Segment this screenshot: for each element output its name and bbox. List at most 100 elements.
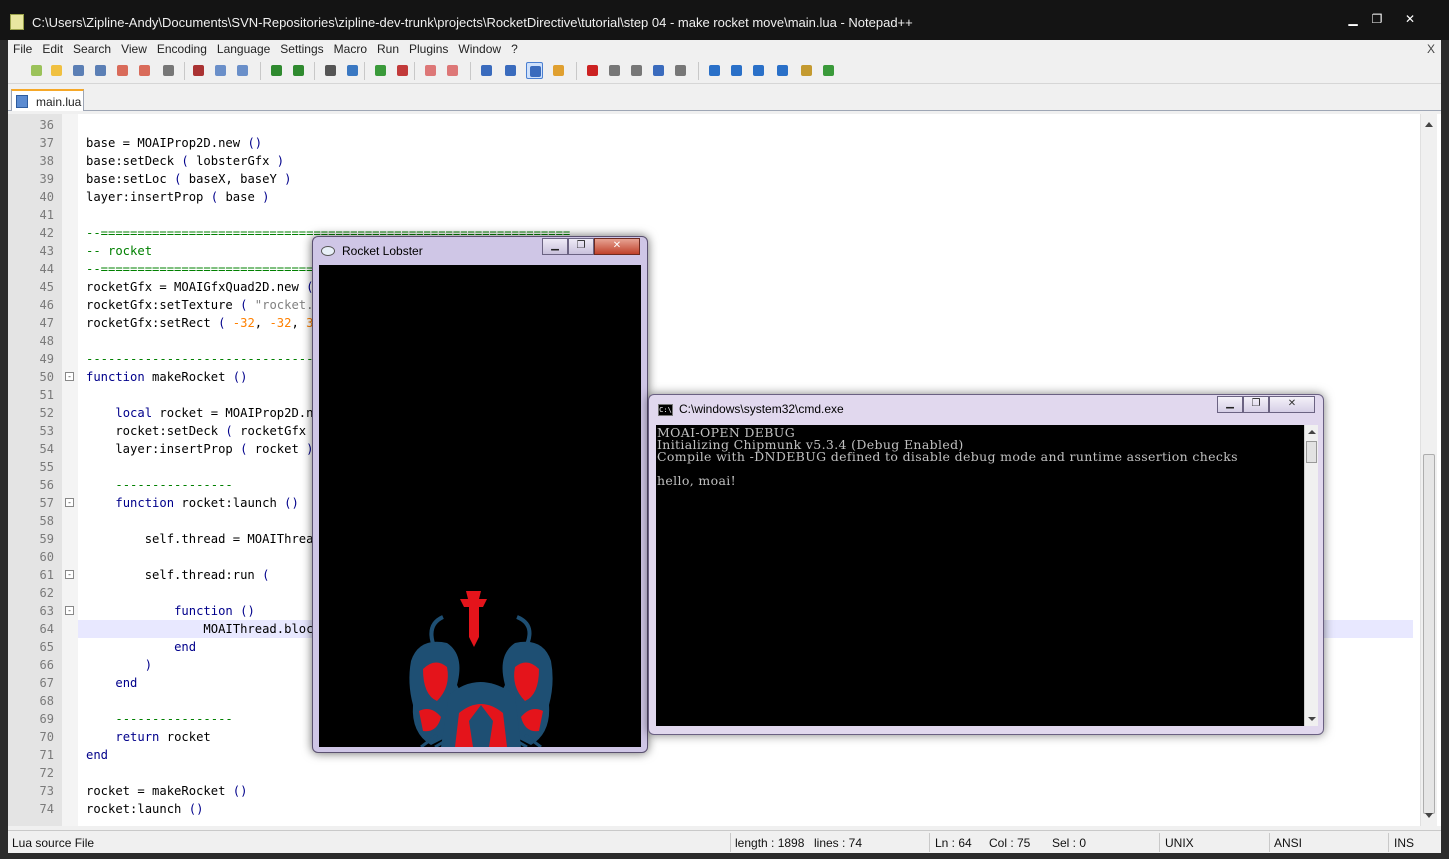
code-line[interactable]: 46rocketGfx:setTexture ( "rocket.png" ) [40,296,1441,314]
toolbar-separator [698,62,699,80]
sync-h-icon[interactable] [444,62,461,79]
code-line[interactable]: 44--====================================… [40,260,1441,278]
console-output[interactable]: MOAI-OPEN DEBUG Initializing Chipmunk v5… [656,425,1304,726]
console-scroll-up-icon[interactable] [1308,430,1316,434]
fold-toggle-icon[interactable]: - [65,606,74,615]
moai-close-button[interactable]: ✕ [594,238,640,255]
game-canvas[interactable] [319,265,641,747]
save-all-icon[interactable] [92,62,109,79]
indent-guide-icon[interactable] [526,62,543,79]
title-bar[interactable]: C:\Users\Zipline-Andy\Documents\SVN-Repo… [0,0,1449,40]
console-scrollbar[interactable] [1304,425,1318,726]
line-number: 56 [39,478,54,492]
code-line[interactable]: 71 end [40,746,1441,764]
code-line[interactable]: 43 -- rocket [40,242,1441,260]
find-icon[interactable] [322,62,339,79]
fold-toggle-icon[interactable]: - [65,372,74,381]
code-line[interactable]: 40 layer:insertProp ( base ) [40,188,1441,206]
save-icon[interactable] [70,62,87,79]
redo-icon[interactable] [290,62,307,79]
zoom-out-icon[interactable] [394,62,411,79]
menu-window[interactable]: Window [453,40,506,58]
close-document-button[interactable]: X [1427,42,1435,56]
record-macro-icon[interactable] [584,62,601,79]
cmd-close-button[interactable]: ✕ [1269,396,1315,413]
wrap-icon[interactable] [478,62,495,79]
fold-toggle-icon[interactable]: - [65,498,74,507]
fold-all-icon[interactable] [706,62,723,79]
run-macro-multiple-icon[interactable] [650,62,667,79]
scroll-down-icon[interactable] [1425,813,1433,818]
code-line[interactable]: 49--------------------------------------… [40,350,1441,368]
menu-run[interactable]: Run [372,40,404,58]
save-macro-icon[interactable] [672,62,689,79]
console-scroll-thumb[interactable] [1306,441,1317,463]
editor-vertical-scrollbar[interactable] [1420,114,1437,826]
doc-map-icon[interactable] [798,62,815,79]
maximize-button[interactable]: ❐ [1365,12,1389,26]
line-number: 41 [39,208,54,222]
cmd-minimize-button[interactable]: ▁ [1217,396,1243,413]
cmd-maximize-button[interactable]: ❐ [1243,396,1269,413]
new-file-icon[interactable] [28,62,45,79]
menu-view[interactable]: View [116,40,152,58]
menu-search[interactable]: Search [68,40,116,58]
cut-icon[interactable] [190,62,207,79]
code-line[interactable]: 50 - function makeRocket () [40,368,1441,386]
toolbar-separator [364,62,365,80]
code-line[interactable]: 74 rocket:launch () [40,800,1441,818]
prev-icon[interactable] [728,62,745,79]
code-line[interactable]: 45rocketGfx = MOAIGfxQuad2D.new () [40,278,1441,296]
code-line[interactable]: 42 --====================================… [40,224,1441,242]
notepadpp-app-icon[interactable] [10,14,24,30]
play-macro-icon[interactable] [628,62,645,79]
close-icon[interactable] [114,62,131,79]
minimize-button[interactable]: ▁ [1341,12,1365,26]
spell-check-icon[interactable] [820,62,837,79]
sync-v-icon[interactable] [422,62,439,79]
code-line[interactable]: 48 [40,332,1441,350]
print-icon[interactable] [160,62,177,79]
all-chars-icon[interactable] [502,62,519,79]
undo-icon[interactable] [268,62,285,79]
code-line[interactable]: 36 [40,116,1441,134]
paste-icon[interactable] [234,62,251,79]
code-line[interactable]: 41 [40,206,1441,224]
moai-minimize-button[interactable]: ▁ [542,238,568,255]
code-line[interactable]: 37 base = MOAIProp2D.new () [40,134,1441,152]
moai-maximize-button[interactable]: ❐ [568,238,594,255]
zoom-in-icon[interactable] [372,62,389,79]
console-scroll-down-icon[interactable] [1308,717,1316,721]
menu-encoding[interactable]: Encoding [152,40,212,58]
cmd-app-icon: C:\ [658,404,673,416]
next-icon[interactable] [750,62,767,79]
cmd-window[interactable]: C:\ C:\windows\system32\cmd.exe ▁ ❐ ✕ MO… [648,394,1324,735]
menu-settings[interactable]: Settings [275,40,328,58]
menu-file[interactable]: File [8,40,37,58]
code-line[interactable]: 47rocketGfx:setRect ( -32, -32, 32, 32 ) [40,314,1441,332]
unfold-all-icon[interactable] [774,62,791,79]
code-line[interactable]: 38 base:setDeck ( lobsterGfx ) [40,152,1441,170]
code-line[interactable]: 73 rocket = makeRocket () [40,782,1441,800]
tab-main-lua[interactable]: main.lua [11,89,84,111]
udl-icon[interactable] [550,62,567,79]
open-file-icon[interactable] [48,62,65,79]
menu-plugins[interactable]: Plugins [404,40,453,58]
replace-icon[interactable] [344,62,361,79]
stop-macro-icon[interactable] [606,62,623,79]
close-all-icon[interactable] [136,62,153,79]
scroll-up-icon[interactable] [1425,122,1433,127]
menu-edit[interactable]: Edit [37,40,68,58]
menu-language[interactable]: Language [212,40,275,58]
menu-help[interactable]: ? [506,40,523,58]
menu-macro[interactable]: Macro [329,40,372,58]
fold-margin[interactable] [62,114,78,826]
scroll-thumb[interactable] [1423,454,1435,814]
close-button[interactable]: ✕ [1389,12,1431,26]
fold-toggle-icon[interactable]: - [65,570,74,579]
code-line[interactable]: 39 base:setLoc ( baseX, baseY ) [40,170,1441,188]
rocket-lobster-window[interactable]: Rocket Lobster ▁ ❐ ✕ [312,236,648,753]
menu-bar: File Edit Search View Encoding Language … [8,40,1441,58]
copy-icon[interactable] [212,62,229,79]
code-line[interactable]: 72 [40,764,1441,782]
